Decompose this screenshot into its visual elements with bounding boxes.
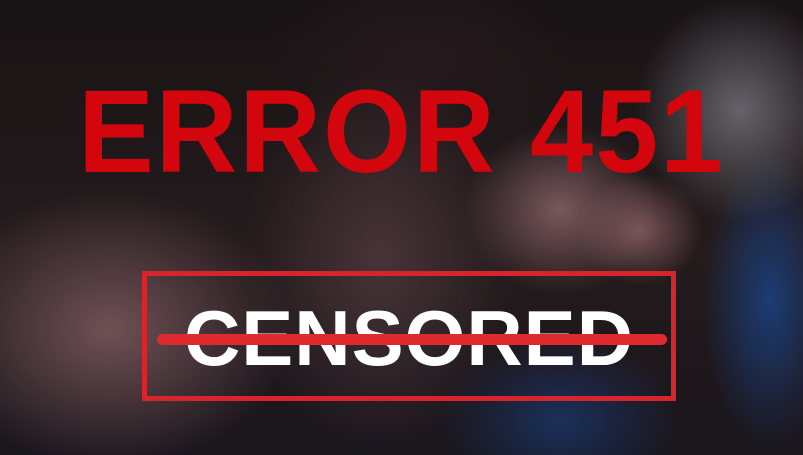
- error-page: ERROR 451 CENSORED: [0, 0, 803, 455]
- strikethrough-line: [157, 334, 667, 345]
- error-code-heading: ERROR 451: [78, 66, 725, 198]
- censored-stamp: CENSORED: [142, 271, 676, 401]
